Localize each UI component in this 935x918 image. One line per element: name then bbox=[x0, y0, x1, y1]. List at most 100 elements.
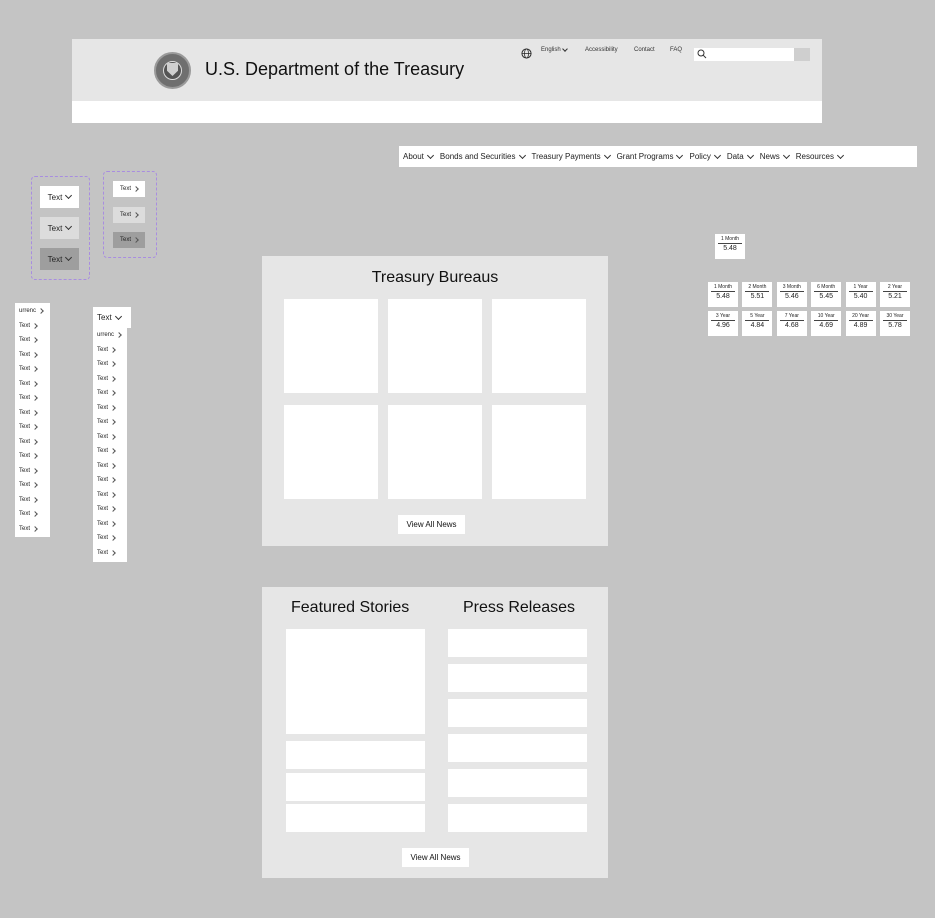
list-item[interactable]: Text bbox=[15, 391, 50, 406]
rate-value: 5.45 bbox=[819, 293, 833, 300]
bureau-card[interactable] bbox=[284, 299, 378, 393]
list-item[interactable]: Text bbox=[93, 473, 127, 488]
press-release-item[interactable] bbox=[448, 734, 587, 762]
list-item[interactable]: Text bbox=[93, 517, 127, 532]
nav-item-grants[interactable]: Grant Programs bbox=[617, 151, 684, 161]
rate-label: 1 Year bbox=[848, 284, 873, 292]
nav-item-news[interactable]: News bbox=[760, 151, 790, 161]
treasury-seal-logo[interactable] bbox=[154, 52, 191, 89]
list-item[interactable]: Text bbox=[15, 449, 50, 464]
list-item[interactable]: Text bbox=[15, 435, 50, 450]
press-release-item[interactable] bbox=[448, 804, 587, 832]
search-button[interactable] bbox=[794, 48, 810, 61]
list-item[interactable]: Text bbox=[93, 459, 127, 474]
rate-value: 4.89 bbox=[853, 322, 868, 329]
site-title[interactable]: U.S. Department of the Treasury bbox=[205, 59, 464, 80]
nav-item-payments[interactable]: Treasury Payments bbox=[531, 151, 611, 161]
nav-item-policy[interactable]: Policy bbox=[689, 151, 721, 161]
bureau-card[interactable] bbox=[492, 405, 586, 499]
press-release-item[interactable] bbox=[448, 629, 587, 657]
list-item[interactable]: Text bbox=[93, 444, 127, 459]
list-item[interactable]: Text bbox=[15, 333, 50, 348]
list-item[interactable]: Text bbox=[15, 522, 50, 537]
featured-story-item[interactable] bbox=[286, 741, 425, 769]
nav-item-label: Data bbox=[726, 152, 744, 161]
nav-item-about[interactable]: About bbox=[403, 151, 434, 161]
rate-label: 3 Year bbox=[711, 313, 735, 321]
list-item[interactable]: urrenc bbox=[93, 328, 127, 343]
list-item-label: Text bbox=[97, 346, 109, 353]
list-item[interactable]: Text bbox=[15, 464, 50, 479]
featured-story-item[interactable] bbox=[286, 804, 425, 832]
dropdown-default[interactable]: Text bbox=[40, 186, 79, 208]
list-item[interactable]: Text bbox=[15, 420, 50, 435]
chevron-down-icon bbox=[65, 191, 73, 200]
rate-value: 5.40 bbox=[853, 293, 868, 300]
press-release-item[interactable] bbox=[448, 699, 587, 727]
rate-value: 4.84 bbox=[750, 322, 765, 329]
chevron-right-icon bbox=[110, 419, 116, 426]
bureau-card[interactable] bbox=[284, 405, 378, 499]
rate-tile: 1 Year 5.40 bbox=[845, 282, 876, 307]
rate-label: 2 Year bbox=[883, 284, 907, 292]
nav-item-label: Bonds and Securities bbox=[439, 152, 516, 161]
list-item[interactable]: Text bbox=[93, 415, 127, 430]
bureau-card[interactable] bbox=[492, 299, 586, 393]
chevron-right-icon bbox=[133, 212, 139, 218]
list-item[interactable]: Text bbox=[93, 502, 127, 517]
link-hover[interactable]: Text bbox=[113, 207, 145, 223]
press-release-item[interactable] bbox=[448, 664, 587, 692]
list-item[interactable]: Text bbox=[93, 546, 127, 561]
list-item[interactable]: Text bbox=[93, 343, 127, 358]
search-input[interactable] bbox=[694, 48, 794, 61]
nav-item-data[interactable]: Data bbox=[726, 151, 754, 161]
list-item[interactable]: Text bbox=[93, 357, 127, 372]
rate-value: 5.78 bbox=[888, 322, 902, 329]
chevron-right-icon bbox=[133, 186, 139, 192]
language-selector[interactable]: English bbox=[541, 46, 568, 53]
list-item[interactable]: Text bbox=[93, 488, 127, 503]
bureau-card[interactable] bbox=[388, 299, 482, 393]
press-release-item[interactable] bbox=[448, 769, 587, 797]
list-item[interactable]: Text bbox=[93, 372, 127, 387]
featured-story-hero[interactable] bbox=[286, 629, 425, 734]
link-active[interactable]: Text bbox=[113, 232, 145, 248]
nav-item-label: Treasury Payments bbox=[531, 152, 601, 161]
list-item[interactable]: Text bbox=[15, 507, 50, 522]
rate-value: 5.46 bbox=[784, 293, 799, 300]
rate-tile: 1 Month 5.48 bbox=[715, 234, 745, 259]
view-all-news-button[interactable]: View All News bbox=[398, 515, 465, 534]
globe-icon[interactable] bbox=[521, 48, 532, 59]
list-item[interactable]: Text bbox=[15, 377, 50, 392]
list-item[interactable]: Text bbox=[93, 531, 127, 546]
list-item[interactable]: Text bbox=[15, 362, 50, 377]
chevron-right-icon bbox=[32, 409, 38, 416]
chevron-right-icon bbox=[110, 477, 116, 484]
list-item[interactable]: Text bbox=[93, 401, 127, 416]
rate-label: 5 Year bbox=[745, 313, 770, 321]
featured-story-item[interactable] bbox=[286, 773, 425, 801]
list-item[interactable]: Text bbox=[93, 430, 127, 445]
chevron-right-icon bbox=[32, 496, 38, 503]
faq-link[interactable]: FAQ bbox=[670, 47, 682, 53]
list-item[interactable]: Text bbox=[15, 319, 50, 334]
list-item[interactable]: Text bbox=[15, 348, 50, 363]
list-item[interactable]: Text bbox=[93, 386, 127, 401]
dropdown-hover[interactable]: Text bbox=[40, 217, 79, 239]
dropdown-label: Text bbox=[47, 192, 63, 202]
nav-item-bonds[interactable]: Bonds and Securities bbox=[439, 151, 526, 161]
accessibility-link[interactable]: Accessibility bbox=[585, 47, 618, 53]
contact-link[interactable]: Contact bbox=[634, 47, 655, 53]
list-item[interactable]: Text bbox=[15, 406, 50, 421]
view-all-news-button[interactable]: View All News bbox=[402, 848, 469, 867]
link-default[interactable]: Text bbox=[113, 181, 145, 197]
submenu-trigger[interactable]: Text bbox=[93, 307, 131, 328]
chevron-down-icon bbox=[65, 253, 73, 262]
dropdown-active[interactable]: Text bbox=[40, 248, 79, 270]
chevron-right-icon bbox=[110, 433, 116, 440]
bureau-card[interactable] bbox=[388, 405, 482, 499]
list-item[interactable]: urrenc bbox=[15, 304, 50, 319]
nav-item-resources[interactable]: Resources bbox=[796, 151, 845, 161]
list-item[interactable]: Text bbox=[15, 478, 50, 493]
list-item[interactable]: Text bbox=[15, 493, 50, 508]
